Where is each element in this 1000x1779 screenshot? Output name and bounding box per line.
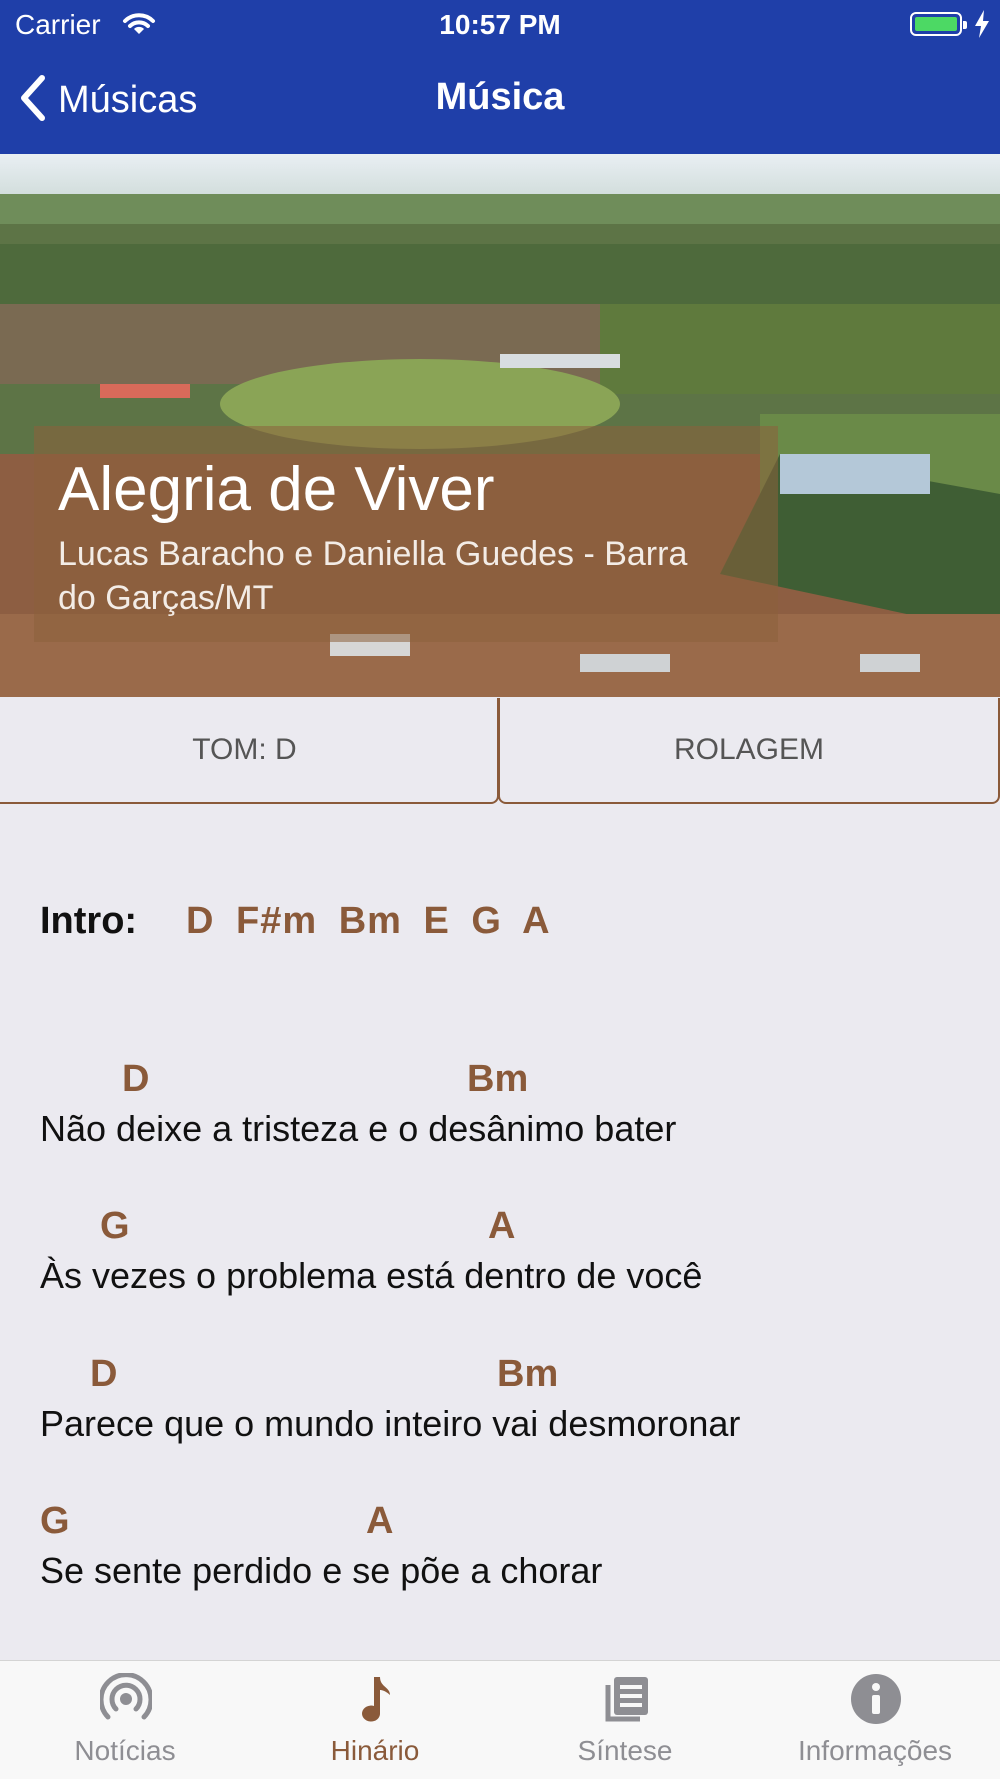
battery-icon [910,12,967,36]
navigation-bar: Carrier 10:57 PM Músicas Música [0,0,1000,154]
song-controls: TOM: D ROLAGEM [0,698,1000,806]
chord: A [366,1500,394,1542]
autoscroll-button[interactable]: ROLAGEM [498,698,1000,804]
tab-noticias[interactable]: Notícias [0,1661,250,1779]
tab-informacoes[interactable]: Informações [750,1661,1000,1779]
lyric-line: Às vezes o problema está dentro de você [40,1255,703,1296]
status-bar: Carrier 10:57 PM [0,0,1000,50]
intro-label: Intro: [40,900,138,942]
chord: D [122,1058,150,1100]
lyric-line: Não deixe a tristeza e o desânimo bater [40,1108,677,1149]
broadcast-icon [98,1672,154,1725]
tab-label: Síntese [577,1735,673,1766]
intro-chords: D F#m Bm E G A [186,900,551,942]
page-title: Música [435,76,565,118]
lyric-line: Se sente perdido e se põe a chorar [40,1550,603,1591]
intro-line: Intro: D F#m Bm E G A [40,900,550,943]
document-icon [600,1673,652,1725]
chord: G [40,1500,70,1542]
verse-line: G A Se sente perdido e se põe a chorar [40,1500,980,1600]
tab-hinario[interactable]: Hinário [250,1661,500,1779]
tab-sintese[interactable]: Síntese [500,1661,750,1779]
tab-label: Notícias [74,1735,176,1766]
info-icon [850,1673,902,1725]
music-note-icon [350,1673,402,1725]
song-header-image: Alegria de Viver Lucas Baracho e Daniell… [0,154,1000,697]
verse-line: G A Às vezes o problema está dentro de v… [40,1205,980,1305]
song-title: Alegria de Viver [58,455,495,524]
chord: Bm [467,1058,529,1100]
chord: G [100,1205,130,1247]
chord: A [488,1205,516,1247]
lyric-line: Parece que o mundo inteiro vai desmorona… [40,1403,741,1444]
key-button[interactable]: TOM: D [0,698,499,804]
verse-line: D Bm Parece que o mundo inteiro vai desm… [40,1353,980,1453]
tab-bar: Notícias Hinário Síntese Informações [0,1660,1000,1779]
clock: 10:57 PM [439,9,561,40]
charging-bolt-icon [974,10,990,43]
chord: Bm [497,1353,559,1395]
tab-label: Informações [797,1735,953,1766]
tab-label: Hinário [330,1735,420,1766]
verse-line: D Bm Não deixe a tristeza e o desânimo b… [40,1058,980,1158]
song-author: Lucas Baracho e Daniella Guedes - Barra … [58,535,688,617]
chord: D [90,1353,118,1395]
